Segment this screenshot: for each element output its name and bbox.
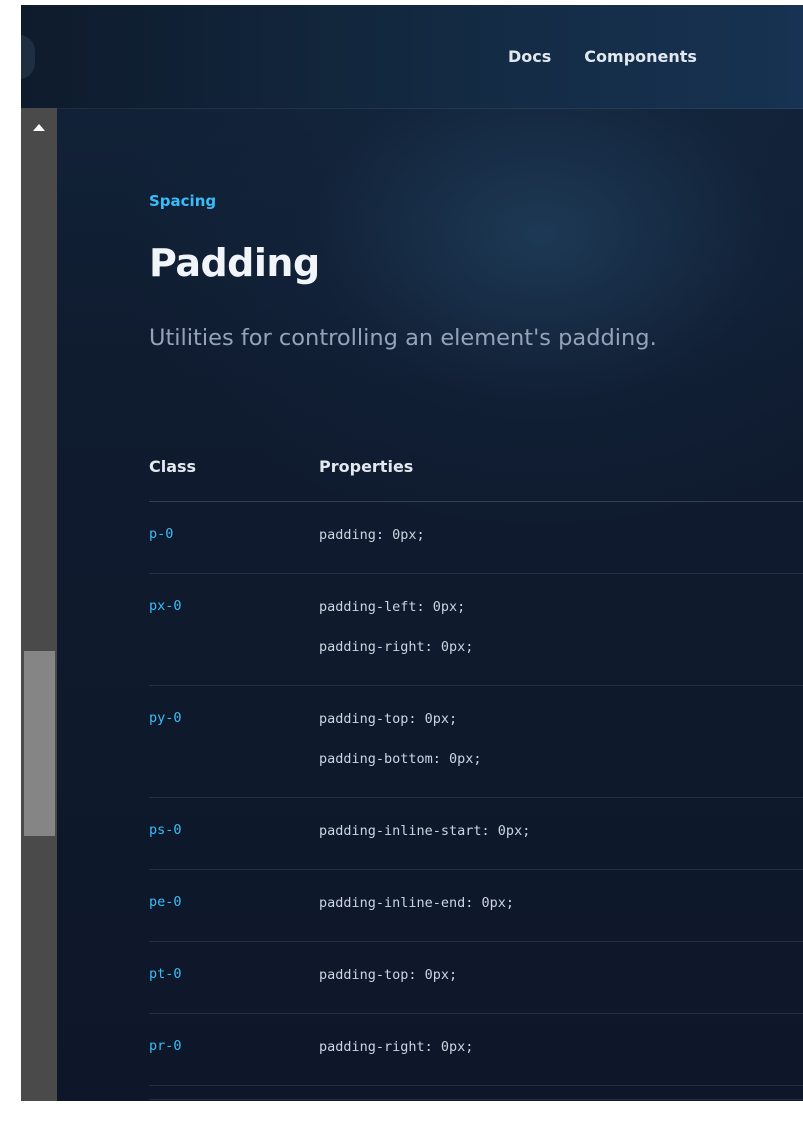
class-name-cell: ps-0 [149,822,182,838]
css-property-line: padding-inline-end: 0px; [319,895,515,911]
table-row: p-0 padding: 0px; [149,502,803,574]
nav-link-docs[interactable]: Docs [508,47,551,66]
table-row: pe-0 padding-inline-end: 0px; [149,870,803,942]
properties-cell: padding-left: 0px; padding-right: 0px; [319,598,473,678]
docs-page: Docs Components Spacing Padding Utilitie… [21,5,803,1101]
css-property-line: padding-top: 0px; [319,967,458,983]
properties-cell: padding-inline-end: 0px; [319,894,514,934]
table-row: py-0 padding-top: 0px; padding-bottom: 0… [149,686,803,798]
logo-button[interactable] [21,35,35,79]
table-row: px-0 padding-left: 0px; padding-right: 0… [149,574,803,686]
class-reference-table: Class Properties p-0 padding: 0px; px-0 … [149,445,803,1100]
properties-cell: padding-top: 0px; padding-bottom: 0px; [319,710,482,790]
table-row-partial [149,1086,803,1100]
properties-cell: padding-right: 0px; [319,1038,473,1078]
properties-cell: padding: 0px; [319,526,425,566]
css-property-line: padding-left: 0px; [319,599,466,615]
triangle-up-icon[interactable] [33,124,45,131]
properties-cell: padding-inline-start: 0px; [319,822,530,862]
table-row: pt-0 padding-top: 0px; [149,942,803,1014]
top-navigation-bar: Docs Components [21,5,803,109]
table-row: pr-0 padding-right: 0px; [149,1014,803,1086]
class-name-cell: pr-0 [149,1038,182,1054]
class-name-cell: pt-0 [149,966,182,982]
table-row: ps-0 padding-inline-start: 0px; [149,798,803,870]
page-title: Padding [149,241,320,285]
css-property-line: padding-top: 0px; [319,711,458,727]
class-name-cell: py-0 [149,710,182,726]
nav-link-components[interactable]: Components [584,47,697,66]
css-property-line: padding-bottom: 0px; [319,751,482,767]
main-nav: Docs Components [508,47,697,66]
page-description: Utilities for controlling an element's p… [149,325,657,351]
class-name-cell: px-0 [149,598,182,614]
css-property-line: padding-right: 0px; [319,639,474,655]
properties-cell: padding-top: 0px; [319,966,457,1006]
class-name-cell: pe-0 [149,894,182,910]
scrollbar-thumb[interactable] [24,651,55,836]
css-property-line: padding: 0px; [319,527,425,543]
css-property-line: padding-right: 0px; [319,1039,474,1055]
section-eyebrow: Spacing [149,192,217,210]
css-property-line: padding-inline-start: 0px; [319,823,531,839]
column-header-class: Class [149,457,197,476]
vertical-scrollbar[interactable] [21,108,57,1101]
table-header: Class Properties [149,445,803,502]
column-header-properties: Properties [319,457,414,476]
class-name-cell: p-0 [149,526,174,542]
